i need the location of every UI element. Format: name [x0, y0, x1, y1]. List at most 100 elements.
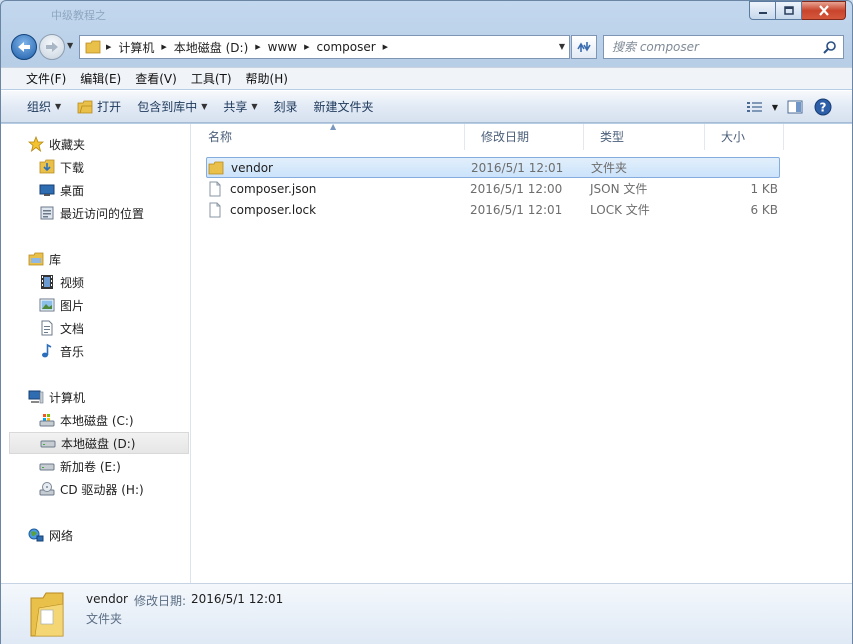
star-icon — [27, 135, 45, 153]
details-file-name: vendor — [86, 592, 128, 606]
sidebar-item-favorites[interactable]: 收藏夹 — [9, 133, 189, 155]
file-icon — [206, 181, 224, 197]
sidebar-item-videos[interactable]: 视频 — [9, 271, 189, 293]
close-button[interactable] — [802, 1, 846, 20]
change-view-button[interactable] — [744, 96, 766, 118]
view-controls: ▼ ? — [744, 96, 834, 118]
column-header-type[interactable]: 类型 — [584, 124, 705, 150]
file-size: 1 KB — [750, 181, 778, 196]
back-button[interactable] — [11, 34, 37, 60]
menu-edit[interactable]: 编辑(E) — [74, 69, 127, 89]
breadcrumb-drive-d[interactable]: 本地磁盘 (D:) — [169, 36, 253, 58]
sidebar-label: 桌面 — [60, 183, 85, 198]
include-in-library-button[interactable]: 包含到库中 ▼ — [129, 95, 215, 119]
menu-bar: 文件(F) 编辑(E) 查看(V) 工具(T) 帮助(H) — [1, 67, 852, 89]
open-button[interactable]: 打开 — [69, 95, 129, 119]
menu-view[interactable]: 查看(V) — [129, 69, 183, 89]
maximize-button[interactable] — [776, 1, 802, 20]
chevron-right-icon[interactable]: ▶ — [159, 43, 168, 51]
sidebar-item-music[interactable]: 音乐 — [9, 340, 189, 362]
file-row-composer-json[interactable]: composer.json 2016/5/1 12:00 JSON 文件 1 K… — [206, 178, 853, 199]
sidebar-item-desktop[interactable]: 桌面 — [9, 179, 189, 201]
include-in-library-label: 包含到库中 — [137, 100, 198, 114]
sidebar-item-computer[interactable]: 计算机 — [9, 386, 189, 408]
file-row-composer-lock[interactable]: composer.lock 2016/5/1 12:01 LOCK 文件 6 K… — [206, 199, 853, 220]
column-header-date[interactable]: 修改日期 — [465, 124, 584, 150]
folder-icon — [207, 161, 225, 175]
sidebar-label: 收藏夹 — [49, 137, 86, 152]
sidebar-item-drive-e[interactable]: 新加卷 (E:) — [9, 455, 189, 477]
burn-label: 刻录 — [273, 100, 298, 114]
help-button[interactable]: ? — [812, 96, 834, 118]
faded-window-title: 中级教程之 — [51, 9, 106, 22]
details-file-type: 文件夹 — [86, 612, 123, 626]
sidebar-label: 本地磁盘 (D:) — [61, 436, 136, 451]
details-date-label: 修改日期: — [134, 594, 187, 608]
chevron-right-icon[interactable]: ▶ — [381, 43, 390, 51]
sidebar-label: 库 — [49, 252, 62, 267]
file-name: vendor — [231, 160, 273, 175]
minimize-icon — [758, 11, 767, 14]
sidebar-item-cd-drive[interactable]: CD 驱动器 (H:) — [9, 478, 189, 500]
chevron-right-icon[interactable]: ▶ — [104, 43, 113, 51]
chevron-right-icon[interactable]: ▶ — [302, 43, 311, 51]
folder-icon — [80, 36, 104, 58]
menu-help[interactable]: 帮助(H) — [240, 69, 294, 89]
forward-button[interactable] — [39, 34, 65, 60]
search-icon[interactable] — [823, 40, 837, 57]
search-box[interactable] — [603, 35, 844, 59]
breadcrumb-www[interactable]: www — [263, 36, 302, 58]
file-date: 2016/5/1 12:01 — [470, 202, 563, 217]
sidebar-item-downloads[interactable]: 下载 — [9, 156, 189, 178]
sidebar-item-recent-places[interactable]: 最近访问的位置 — [9, 202, 189, 224]
command-bar: 组织 ▼ 打开 包含到库中 ▼ 共享 ▼ 刻录 新建文件夹 ▼ ? — [1, 90, 852, 123]
arrow-left-icon — [18, 42, 30, 52]
file-icon — [206, 202, 224, 218]
system-drive-icon — [38, 411, 56, 429]
navigation-pane[interactable]: 收藏夹 下载 桌面 最近访问的位置 库 视频 图片 文档 音乐 计算机 本地磁盘… — [9, 124, 191, 583]
video-icon — [38, 273, 56, 291]
library-icon — [27, 250, 45, 268]
title-bar[interactable]: 中级教程之 — [1, 1, 852, 29]
recent-pages-dropdown[interactable]: ▼ — [67, 41, 73, 50]
menu-file[interactable]: 文件(F) — [20, 69, 72, 89]
sidebar-item-network[interactable]: 网络 — [9, 524, 189, 546]
sidebar-item-drive-d[interactable]: 本地磁盘 (D:) — [9, 432, 189, 454]
burn-button[interactable]: 刻录 — [266, 95, 306, 119]
view-dropdown-icon[interactable]: ▼ — [772, 103, 778, 112]
preview-pane-button[interactable] — [784, 96, 806, 118]
menu-tools[interactable]: 工具(T) — [185, 69, 238, 89]
organize-button[interactable]: 组织 ▼ — [19, 95, 69, 119]
new-folder-button[interactable]: 新建文件夹 — [306, 95, 382, 119]
share-button[interactable]: 共享 ▼ — [215, 95, 265, 119]
music-note-icon — [38, 342, 56, 360]
body-area: 收藏夹 下载 桌面 最近访问的位置 库 视频 图片 文档 音乐 计算机 本地磁盘… — [1, 122, 853, 583]
address-bar[interactable]: ▶ 计算机 ▶ 本地磁盘 (D:) ▶ www ▶ composer ▶ ▼ — [79, 35, 570, 59]
preview-pane-icon — [787, 100, 803, 114]
file-list-pane[interactable]: ▲ 名称 修改日期 类型 大小 vendor 2016/5/1 12:01 文件… — [192, 122, 853, 583]
details-pane: vendor 修改日期: 2016/5/1 12:01 文件夹 — [1, 583, 852, 644]
column-header-name[interactable]: 名称 — [192, 124, 465, 150]
search-input[interactable] — [604, 40, 814, 54]
chevron-right-icon[interactable]: ▶ — [253, 43, 262, 51]
refresh-icon — [577, 42, 591, 52]
address-history-dropdown[interactable]: ▼ — [559, 42, 565, 51]
sidebar-item-documents[interactable]: 文档 — [9, 317, 189, 339]
refresh-button[interactable] — [571, 35, 597, 59]
column-header-size[interactable]: 大小 — [705, 124, 784, 150]
explorer-window: 中级教程之 ▼ ▶ 计算机 ▶ 本地磁盘 (D:) ▶ www ▶ compos… — [0, 0, 853, 644]
file-name: composer.lock — [230, 202, 317, 217]
file-row-vendor[interactable]: vendor 2016/5/1 12:01 文件夹 — [206, 157, 780, 178]
sidebar-label: 本地磁盘 (C:) — [60, 413, 134, 428]
open-label: 打开 — [97, 100, 122, 114]
sidebar-item-pictures[interactable]: 图片 — [9, 294, 189, 316]
hard-drive-icon — [38, 457, 56, 475]
minimize-button[interactable] — [749, 1, 776, 20]
breadcrumb-computer[interactable]: 计算机 — [113, 36, 159, 58]
document-icon — [38, 319, 56, 337]
navigation-bar: ▼ ▶ 计算机 ▶ 本地磁盘 (D:) ▶ www ▶ composer ▶ ▼ — [1, 31, 852, 63]
close-icon — [818, 5, 829, 16]
sidebar-item-drive-c[interactable]: 本地磁盘 (C:) — [9, 409, 189, 431]
breadcrumb-composer[interactable]: composer — [312, 36, 381, 58]
sidebar-item-libraries[interactable]: 库 — [9, 248, 189, 270]
